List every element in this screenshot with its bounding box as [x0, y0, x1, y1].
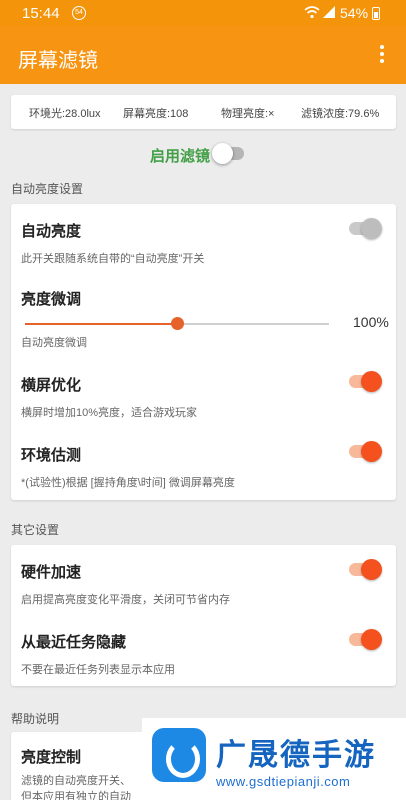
slider-fill — [25, 323, 177, 325]
ambient-light-text: 环境光:28.0lux — [29, 108, 101, 120]
signal-icon — [323, 6, 335, 18]
enable-filter-toggle[interactable] — [212, 143, 246, 164]
brightness-fine-tune-title: 亮度微调 — [21, 291, 82, 308]
notification-badge: 54 — [72, 6, 86, 20]
hide-from-recents-toggle[interactable] — [349, 629, 383, 650]
filter-density-text: 滤镜浓度:79.6% — [301, 108, 380, 120]
landscape-optimize-toggle[interactable] — [349, 371, 383, 392]
watermark-logo — [152, 728, 206, 782]
hardware-acceleration-desc: 启用提高亮度变化平滑度，关闭可节省内存 — [21, 594, 230, 606]
status-time: 15:44 — [22, 5, 60, 22]
watermark-url: www.gsdtiepianji.com — [216, 774, 351, 789]
info-card: 环境光:28.0lux 屏幕亮度:108 物理亮度:× 滤镜浓度:79.6% — [11, 95, 396, 129]
enable-filter-row[interactable]: 启用滤镜 — [0, 143, 406, 165]
auto-brightness-desc: 此开关跟随系统自带的“自动亮度”开关 — [21, 253, 205, 265]
landscape-optimize-desc: 横屏时增加10%亮度，适合游戏玩家 — [21, 407, 198, 419]
physical-brightness-text: 物理亮度:× — [221, 108, 275, 120]
environment-estimate-toggle[interactable] — [349, 441, 383, 462]
hide-from-recents-title: 从最近任务隐藏 — [21, 634, 127, 651]
toggle-thumb — [361, 559, 382, 580]
battery-percent: 54% — [340, 5, 369, 21]
section-help-title: 帮助说明 — [11, 712, 60, 726]
toggle-thumb — [361, 629, 382, 650]
status-bar: 15:44 54 54% — [0, 0, 406, 26]
watermark-brand: 广晟德手游 — [216, 739, 376, 772]
auto-brightness-card: 自动亮度 此开关跟随系统自带的“自动亮度”开关 亮度微调 100% 自动亮度微调… — [11, 204, 396, 500]
battery-icon — [372, 7, 380, 20]
brightness-control-desc-1: 滤镜的自动亮度开关、 — [21, 775, 131, 787]
hardware-acceleration-title: 硬件加速 — [21, 564, 82, 581]
brightness-control-desc-2: 但本应用有独立的自动 — [21, 791, 131, 800]
brightness-fine-tune-slider[interactable] — [25, 316, 329, 332]
toggle-thumb — [361, 371, 382, 392]
section-auto-brightness-title: 自动亮度设置 — [11, 182, 84, 196]
hardware-acceleration-toggle[interactable] — [349, 559, 383, 580]
auto-brightness-toggle[interactable] — [349, 218, 383, 239]
brightness-control-title: 亮度控制 — [21, 749, 82, 766]
landscape-optimize-title: 横屏优化 — [21, 377, 82, 394]
brightness-fine-tune-desc: 自动亮度微调 — [21, 337, 87, 349]
hide-from-recents-desc: 不要在最近任务列表显示本应用 — [21, 664, 175, 676]
toggle-thumb — [212, 143, 233, 164]
environment-estimate-title: 环境估测 — [21, 447, 82, 464]
brightness-fine-tune-value: 100% — [353, 314, 389, 330]
slider-knob[interactable] — [171, 317, 184, 330]
other-settings-card: 硬件加速 启用提高亮度变化平滑度，关闭可节省内存 从最近任务隐藏 不要在最近任务… — [11, 545, 396, 686]
environment-estimate-desc: *(试验性)根据 [握持角度\时间] 微调屏幕亮度 — [21, 477, 235, 489]
auto-brightness-title: 自动亮度 — [21, 223, 82, 240]
toggle-thumb — [361, 441, 382, 462]
section-other-title: 其它设置 — [11, 523, 60, 537]
toggle-thumb — [361, 218, 382, 239]
screen-brightness-text: 屏幕亮度:108 — [123, 108, 189, 120]
enable-filter-label: 启用滤镜 — [150, 148, 211, 165]
app-title: 屏幕滤镜 — [18, 50, 98, 72]
more-options-icon[interactable] — [376, 43, 388, 65]
watermark-overlay: 广晟德手游 www.gsdtiepianji.com — [142, 718, 406, 800]
wifi-icon — [304, 6, 320, 19]
app-bar: 屏幕滤镜 — [0, 26, 406, 84]
